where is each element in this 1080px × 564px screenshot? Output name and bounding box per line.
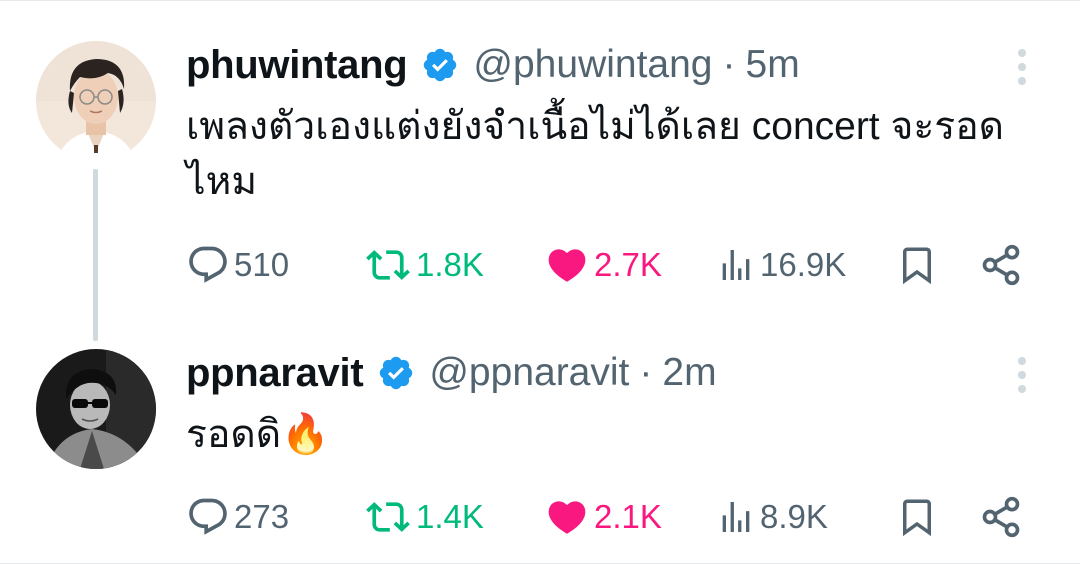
tweet-actions: 273 1.4K 2.1K 8.9K <box>186 492 1036 542</box>
like-button[interactable]: 2.7K <box>544 240 662 290</box>
user-photo-avatar <box>36 41 156 161</box>
timestamp[interactable]: 5m <box>746 43 800 87</box>
display-name[interactable]: ppnaravit <box>186 351 364 396</box>
bookmark-icon <box>903 247 931 285</box>
verified-badge-icon <box>424 48 457 82</box>
separator-dot: · <box>639 351 653 394</box>
bookmark-button[interactable] <box>896 492 938 542</box>
retweet-button[interactable]: 1.8K <box>364 240 484 290</box>
retweet-icon <box>366 502 410 532</box>
views-button[interactable]: 8.9K <box>716 492 828 542</box>
tweet-thread: phuwintang @phuwintang · 5m เพลงตัวเองแต… <box>0 0 1080 564</box>
user-handle[interactable]: @phuwintang <box>473 43 712 87</box>
retweet-icon <box>366 250 410 280</box>
retweet-count: 1.8K <box>416 246 484 283</box>
share-button[interactable] <box>978 240 1024 290</box>
bookmark-button[interactable] <box>896 240 938 290</box>
bookmark-icon <box>903 499 931 537</box>
separator-dot: · <box>722 43 736 86</box>
verified-badge-icon <box>380 356 413 390</box>
reply-count: 510 <box>234 246 290 283</box>
more-vertical-icon[interactable] <box>1016 47 1028 87</box>
tweet-text: รอดดิ🔥 <box>186 413 330 456</box>
avatar[interactable] <box>36 41 156 161</box>
more-vertical-icon[interactable] <box>1016 355 1028 395</box>
reply-count: 273 <box>234 498 290 535</box>
views-button[interactable]: 16.9K <box>716 240 846 290</box>
views-bar-chart-icon <box>722 250 750 280</box>
tweet-header: ppnaravit @ppnaravit · 2m <box>186 345 717 401</box>
display-name[interactable]: phuwintang <box>186 43 408 88</box>
like-button[interactable]: 2.1K <box>544 492 662 542</box>
tweet[interactable]: phuwintang @phuwintang · 5m เพลงตัวเองแต… <box>0 37 1080 307</box>
tweet-actions: 510 1.8K 2.7K 16.9K <box>186 240 1036 290</box>
views-count: 8.9K <box>760 498 828 535</box>
tweet-text: เพลงตัวเองแต่งยังจำเนื้อไม่ได้เลย concer… <box>186 105 1004 203</box>
reply-bubble-icon <box>189 498 227 535</box>
share-icon <box>982 244 1020 286</box>
avatar[interactable] <box>36 349 156 469</box>
user-handle[interactable]: @ppnaravit <box>429 351 629 395</box>
reply-button[interactable]: 510 <box>186 240 289 290</box>
reply-bubble-icon <box>189 246 227 283</box>
like-count: 2.1K <box>594 498 662 535</box>
share-icon <box>982 496 1020 538</box>
reply-button[interactable]: 273 <box>186 492 289 542</box>
views-bar-chart-icon <box>722 502 750 532</box>
tweet[interactable]: ppnaravit @ppnaravit · 2m รอดดิ🔥 273 1.4… <box>0 345 1080 555</box>
heart-icon <box>548 501 586 534</box>
views-count: 16.9K <box>760 246 847 283</box>
like-count: 2.7K <box>594 246 662 283</box>
user-photo-avatar-bw <box>36 349 156 469</box>
retweet-count: 1.4K <box>416 498 484 535</box>
share-button[interactable] <box>978 492 1024 542</box>
timestamp[interactable]: 2m <box>662 351 716 395</box>
retweet-button[interactable]: 1.4K <box>364 492 484 542</box>
heart-icon <box>548 249 586 282</box>
tweet-header: phuwintang @phuwintang · 5m <box>186 37 800 93</box>
